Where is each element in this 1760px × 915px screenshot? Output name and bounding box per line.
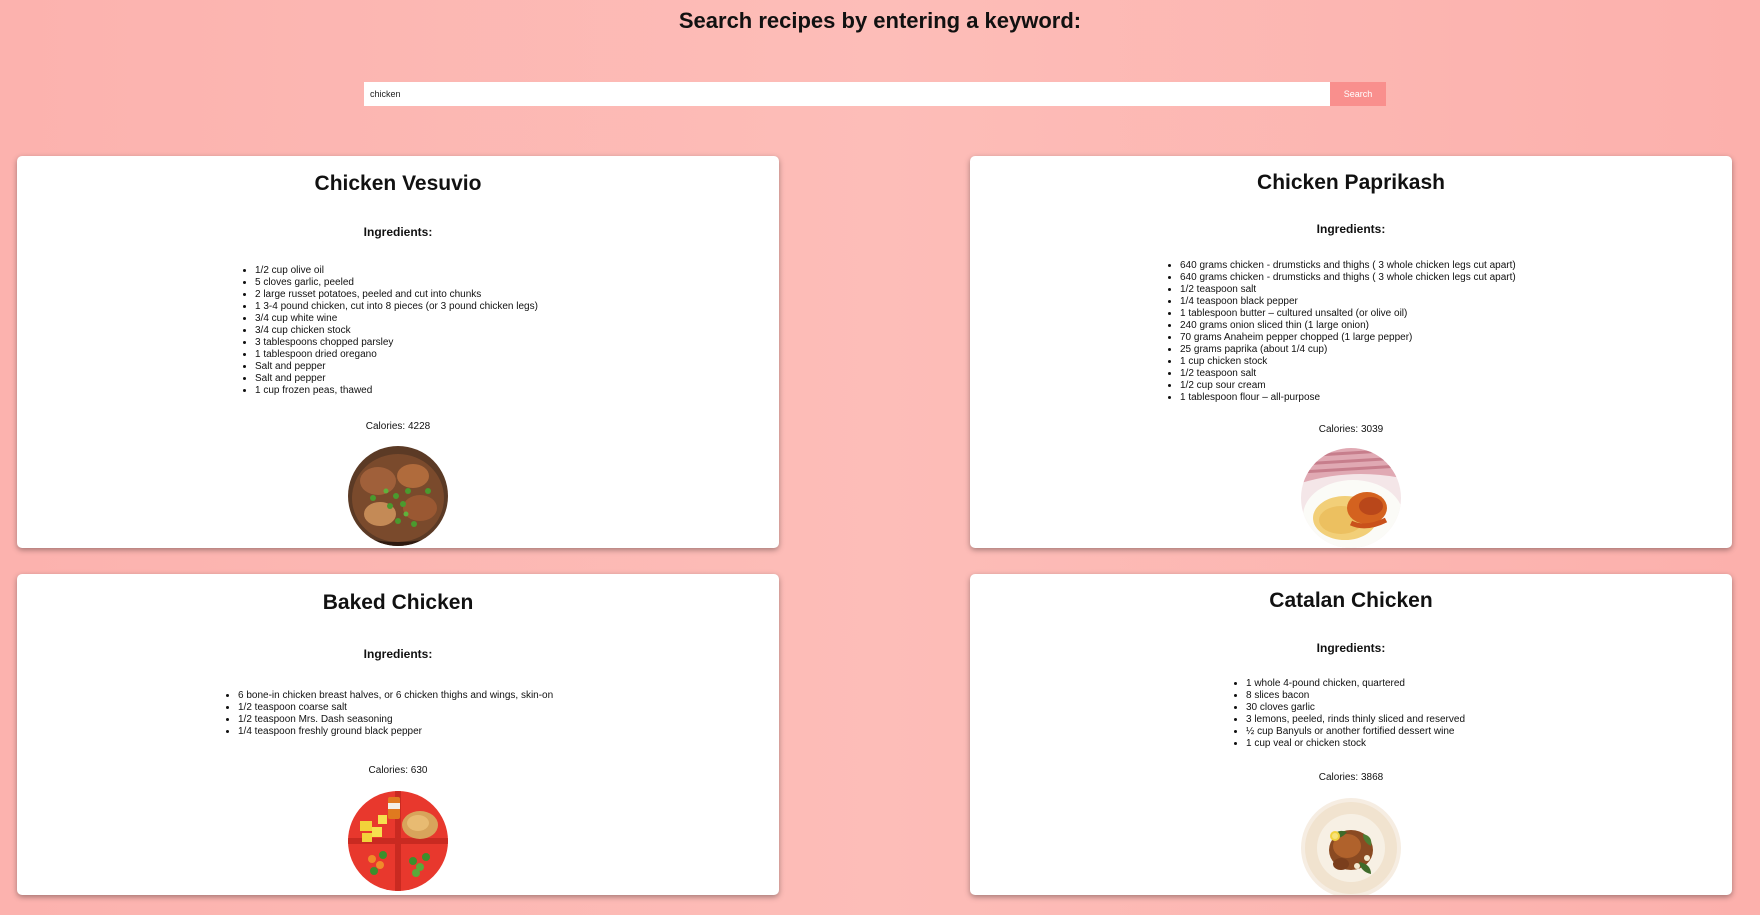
- recipe-card-baked-chicken: Baked Chicken Ingredients: 6 bone-in chi…: [17, 574, 779, 895]
- ingredient-item: 1/2 cup olive oil: [255, 265, 538, 277]
- ingredient-item: 640 grams chicken - drumsticks and thigh…: [1180, 272, 1516, 284]
- ingredient-item: 3 tablespoons chopped parsley: [255, 337, 538, 349]
- ingredients-heading: Ingredients:: [1316, 222, 1386, 236]
- ingredient-item: 1/2 teaspoon salt: [1180, 284, 1516, 296]
- ingredients-heading: Ingredients:: [363, 225, 433, 239]
- ingredient-item: 1 tablespoon butter – cultured unsalted …: [1180, 308, 1516, 320]
- ingredients-list: 1 whole 4-pound chicken, quartered 8 sli…: [1230, 678, 1465, 750]
- ingredient-item: 1/2 cup sour cream: [1180, 380, 1516, 392]
- ingredients-heading: Ingredients:: [363, 647, 433, 661]
- calories-label: Calories: 4228: [365, 421, 431, 432]
- ingredients-heading: Ingredients:: [1316, 641, 1386, 655]
- ingredient-item: 240 grams onion sliced thin (1 large oni…: [1180, 320, 1516, 332]
- recipe-title: Chicken Paprikash: [1257, 171, 1445, 194]
- ingredient-item: Salt and pepper: [255, 373, 538, 385]
- ingredient-item: 5 cloves garlic, peeled: [255, 277, 538, 289]
- ingredient-item: 1 cup frozen peas, thawed: [255, 385, 538, 397]
- recipe-title: Catalan Chicken: [1269, 589, 1433, 612]
- recipe-card-chicken-paprikash: Chicken Paprikash Ingredients: 640 grams…: [970, 156, 1732, 548]
- recipe-card-chicken-vesuvio: Chicken Vesuvio Ingredients: 1/2 cup oli…: [17, 156, 779, 548]
- search-button[interactable]: Search: [1330, 82, 1386, 106]
- ingredient-item: 30 cloves garlic: [1246, 702, 1465, 714]
- ingredients-list: 640 grams chicken - drumsticks and thigh…: [1164, 260, 1516, 404]
- ingredient-item: ½ cup Banyuls or another fortified desse…: [1246, 726, 1465, 738]
- ingredient-item: 1/2 teaspoon coarse salt: [238, 702, 553, 714]
- ingredient-item: 1 whole 4-pound chicken, quartered: [1246, 678, 1465, 690]
- ingredient-item: Salt and pepper: [255, 361, 538, 373]
- search-bar: Search: [364, 82, 1386, 106]
- ingredient-item: 1 3-4 pound chicken, cut into 8 pieces (…: [255, 301, 538, 313]
- calories-label: Calories: 3039: [1318, 424, 1384, 435]
- calories-label: Calories: 3868: [1318, 772, 1384, 783]
- search-input[interactable]: [364, 82, 1330, 106]
- ingredient-item: 3/4 cup chicken stock: [255, 325, 538, 337]
- calories-label: Calories: 630: [368, 765, 428, 776]
- ingredients-list: 1/2 cup olive oil 5 cloves garlic, peele…: [239, 265, 538, 397]
- ingredient-item: 1/4 teaspoon black pepper: [1180, 296, 1516, 308]
- chicken-paprikash-photo: [1301, 448, 1401, 548]
- ingredient-item: 1 cup chicken stock: [1180, 356, 1516, 368]
- ingredient-item: 1/4 teaspoon freshly ground black pepper: [238, 726, 553, 738]
- ingredient-item: 70 grams Anaheim pepper chopped (1 large…: [1180, 332, 1516, 344]
- page-title: Search recipes by entering a keyword:: [678, 8, 1082, 33]
- recipe-title: Chicken Vesuvio: [314, 172, 482, 195]
- ingredient-item: 1 tablespoon dried oregano: [255, 349, 538, 361]
- baked-chicken-photo: [348, 791, 448, 891]
- ingredient-item: 25 grams paprika (about 1/4 cup): [1180, 344, 1516, 356]
- ingredient-item: 3 lemons, peeled, rinds thinly sliced an…: [1246, 714, 1465, 726]
- ingredient-item: 8 slices bacon: [1246, 690, 1465, 702]
- ingredient-item: 1/2 teaspoon salt: [1180, 368, 1516, 380]
- recipe-card-catalan-chicken: Catalan Chicken Ingredients: 1 whole 4-p…: [970, 574, 1732, 895]
- catalan-chicken-photo: [1301, 798, 1401, 895]
- recipe-title: Baked Chicken: [322, 591, 474, 614]
- ingredient-item: 6 bone-in chicken breast halves, or 6 ch…: [238, 690, 553, 702]
- ingredient-item: 3/4 cup white wine: [255, 313, 538, 325]
- ingredient-item: 1 cup veal or chicken stock: [1246, 738, 1465, 750]
- ingredient-item: 2 large russet potatoes, peeled and cut …: [255, 289, 538, 301]
- ingredient-item: 1 tablespoon flour – all-purpose: [1180, 392, 1516, 404]
- ingredient-item: 640 grams chicken - drumsticks and thigh…: [1180, 260, 1516, 272]
- ingredient-item: 1/2 teaspoon Mrs. Dash seasoning: [238, 714, 553, 726]
- ingredients-list: 6 bone-in chicken breast halves, or 6 ch…: [222, 690, 553, 738]
- chicken-vesuvio-photo: [348, 446, 448, 546]
